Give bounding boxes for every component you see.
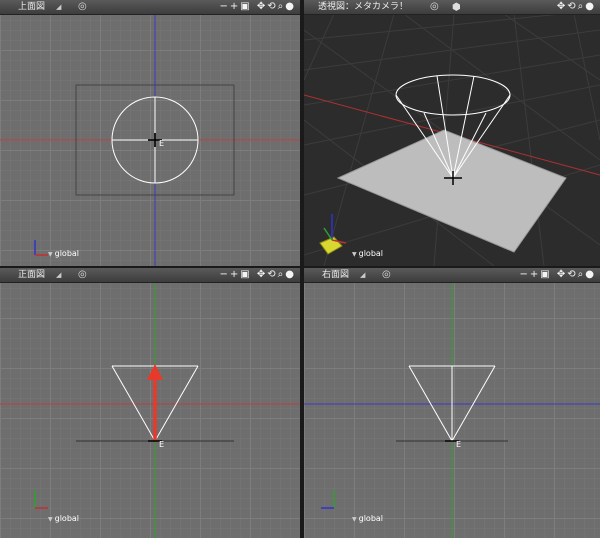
viewport-titlebar: 右面図 ◢ ◎ −+▣ ✥⟲⌕●: [304, 268, 600, 283]
sphere-icon[interactable]: ●: [285, 269, 296, 280]
dropdown-triangle-icon: ▼: [48, 516, 53, 523]
front-view-canvas: E: [0, 282, 300, 538]
axis-gizmo: [34, 240, 48, 256]
dropdown-triangle-icon: ▼: [352, 516, 357, 523]
zoom-in-icon[interactable]: +: [530, 269, 540, 280]
camera-icon[interactable]: ▣: [240, 269, 251, 280]
top-view-canvas: E: [0, 14, 300, 266]
sphere-icon[interactable]: ●: [285, 1, 296, 12]
zoom-in-icon[interactable]: +: [230, 269, 240, 280]
viewport-title[interactable]: 上面図: [18, 0, 45, 14]
space-label[interactable]: ▼ global: [48, 249, 79, 258]
camera-icon[interactable]: ▣: [540, 269, 551, 280]
perspective-canvas: [304, 9, 600, 266]
rotate-icon[interactable]: ⟲: [567, 1, 577, 12]
svg-text:E: E: [159, 139, 164, 148]
viewport-title[interactable]: 右面図: [322, 268, 349, 282]
space-label[interactable]: ▼ global: [48, 514, 79, 523]
viewport-title[interactable]: 正面図: [18, 268, 45, 282]
target-icon[interactable]: ◎: [78, 268, 87, 282]
sphere-icon[interactable]: ●: [585, 269, 596, 280]
right-view-canvas: E: [304, 282, 600, 538]
zoom-out-icon[interactable]: −: [519, 269, 529, 280]
cube-icon[interactable]: ⬢: [452, 1, 461, 15]
camera-icon[interactable]: ▣: [240, 1, 251, 12]
rotate-icon[interactable]: ⟲: [267, 1, 277, 12]
svg-text:E: E: [159, 440, 164, 449]
view-tools: −+▣ ✥⟲⌕●: [519, 268, 596, 282]
zoom-out-icon[interactable]: −: [219, 269, 229, 280]
viewport-title[interactable]: 透視図：メタカメラ！: [318, 0, 408, 14]
view-tools: −+▣ ✥⟲⌕●: [219, 268, 296, 282]
pan-icon[interactable]: ✥: [257, 1, 267, 12]
svg-text:E: E: [456, 440, 461, 449]
rotate-icon[interactable]: ⟲: [567, 269, 577, 280]
target-icon[interactable]: ◎: [78, 0, 87, 14]
pan-icon[interactable]: ✥: [257, 269, 267, 280]
perspective-viewport[interactable]: 透視図：メタカメラ！ ◎ ⬢ ✥⟲⌕● ▼ global: [304, 0, 600, 266]
viewport-titlebar: 透視図：メタカメラ！ ◎ ⬢ ✥⟲⌕●: [304, 0, 600, 15]
view-tools: ✥⟲⌕●: [557, 0, 596, 14]
target-icon[interactable]: ◎: [382, 268, 391, 282]
space-label[interactable]: ▼ global: [352, 514, 383, 523]
pan-icon[interactable]: ✥: [557, 1, 567, 12]
menu-triangle-icon[interactable]: ◢: [56, 268, 61, 282]
viewport-titlebar: 正面図 ◢ ◎ −+▣ ✥⟲⌕●: [0, 268, 300, 283]
menu-triangle-icon[interactable]: ◢: [56, 0, 61, 14]
axis-gizmo: [321, 490, 335, 509]
top-view-viewport[interactable]: E 上面図 ◢ ◎ −+▣ ✥⟲⌕● ▼ global: [0, 0, 300, 266]
front-view-viewport[interactable]: E 正面図 ◢ ◎ −+▣ ✥⟲⌕● ▼ global: [0, 268, 300, 538]
rotate-icon[interactable]: ⟲: [267, 269, 277, 280]
zoom-in-icon[interactable]: +: [230, 1, 240, 12]
sphere-icon[interactable]: ●: [585, 1, 596, 12]
right-view-viewport[interactable]: E 右面図 ◢ ◎ −+▣ ✥⟲⌕● ▼ global: [304, 268, 600, 538]
view-tools: −+▣ ✥⟲⌕●: [219, 0, 296, 14]
dropdown-triangle-icon: ▼: [48, 251, 53, 258]
viewport-titlebar: 上面図 ◢ ◎ −+▣ ✥⟲⌕●: [0, 0, 300, 15]
pan-icon[interactable]: ✥: [557, 269, 567, 280]
axis-gizmo: [34, 490, 48, 509]
zoom-out-icon[interactable]: −: [219, 1, 229, 12]
dropdown-triangle-icon: ▼: [352, 251, 357, 258]
menu-triangle-icon[interactable]: ◢: [360, 268, 365, 282]
space-label[interactable]: ▼ global: [352, 249, 383, 258]
target-icon[interactable]: ◎: [430, 0, 439, 14]
